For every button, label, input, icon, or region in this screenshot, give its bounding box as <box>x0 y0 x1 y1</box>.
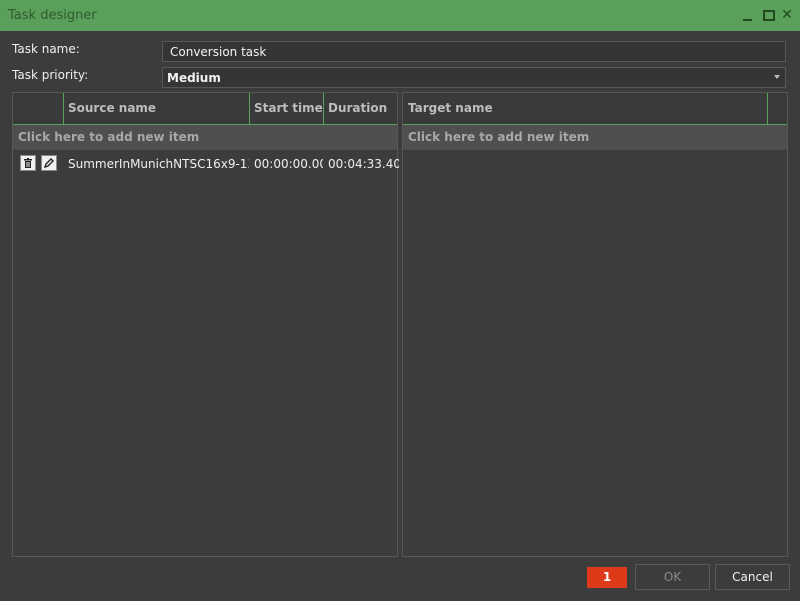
cancel-button[interactable]: Cancel <box>715 564 790 590</box>
column-header-source-name[interactable]: Source name <box>63 93 249 124</box>
maximize-icon[interactable] <box>762 8 776 22</box>
add-source-row[interactable]: Click here to add new item <box>13 125 397 150</box>
task-priority-value: Medium <box>167 71 221 85</box>
table-row[interactable]: SummerInMunichNTSC16x9-13ml 00:00:00.000… <box>13 151 399 177</box>
task-name-value: Conversion task <box>170 45 267 59</box>
close-icon[interactable]: ✕ <box>780 8 794 22</box>
title-bar[interactable]: Task designer ✕ <box>0 0 800 31</box>
column-header-duration[interactable]: Duration <box>323 93 397 124</box>
chevron-down-icon[interactable] <box>774 75 780 79</box>
task-priority-label: Task priority: <box>12 68 89 82</box>
pencil-icon[interactable] <box>41 155 57 171</box>
window-title: Task designer <box>8 8 97 23</box>
task-priority-select[interactable]: Medium <box>162 67 786 88</box>
column-divider <box>767 93 768 124</box>
target-grid-header: Target name <box>403 93 787 125</box>
target-grid: Target name Click here to add new item <box>402 92 788 557</box>
minimize-icon[interactable] <box>741 8 755 22</box>
duration-cell: 00:04:33.407 <box>328 157 399 171</box>
error-count-badge[interactable]: 1 <box>587 567 627 588</box>
ok-button[interactable]: OK <box>635 564 710 590</box>
column-header-target-name[interactable]: Target name <box>403 93 767 124</box>
source-grid-header: Source name Start time Duration <box>13 93 397 125</box>
source-name-cell: SummerInMunichNTSC16x9-13ml <box>68 157 249 171</box>
add-target-row[interactable]: Click here to add new item <box>403 125 787 150</box>
task-name-label: Task name: <box>12 42 80 56</box>
source-grid: Source name Start time Duration Click he… <box>12 92 399 557</box>
trash-icon[interactable] <box>20 155 36 171</box>
column-header-start-time[interactable]: Start time <box>249 93 323 124</box>
task-name-input[interactable]: Conversion task <box>162 41 786 62</box>
start-time-cell: 00:00:00.000 <box>254 157 323 171</box>
